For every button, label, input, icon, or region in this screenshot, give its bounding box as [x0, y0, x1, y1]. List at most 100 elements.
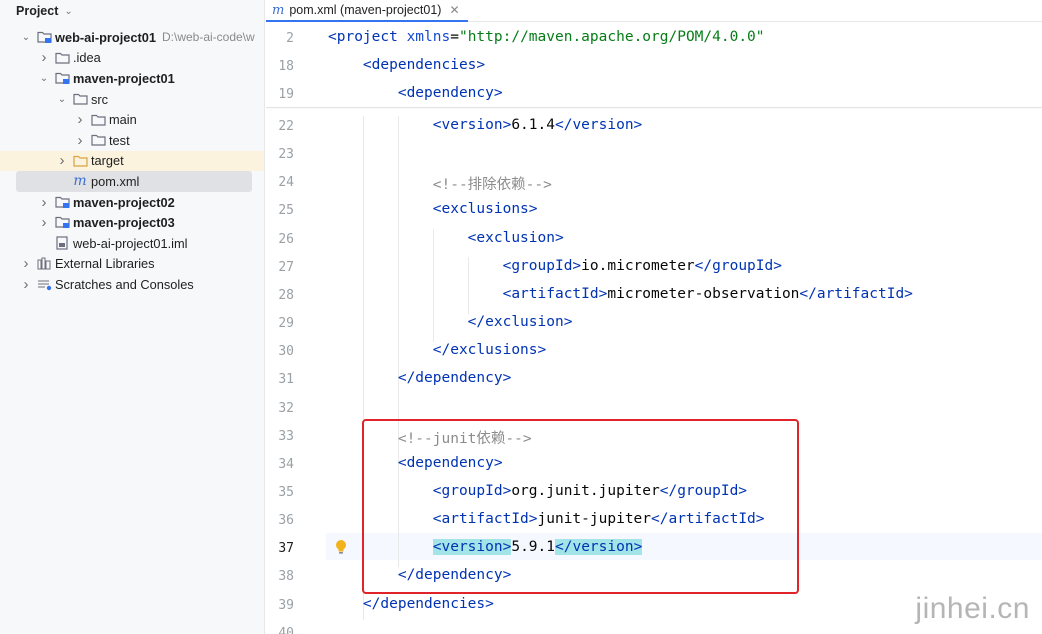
code-token: </version> — [554, 117, 643, 133]
code-token: <!--排除依赖--> — [328, 177, 552, 194]
project-panel-title: Project — [16, 4, 59, 18]
code-line[interactable]: <exclusions> — [328, 201, 538, 217]
tree-item-label: .idea — [73, 50, 101, 66]
tree-item-label: maven-project01 — [73, 70, 175, 86]
code-line[interactable]: </dependencies> — [328, 596, 494, 612]
code-editor[interactable]: 2 18 19 22 23 24 25 26 27 28 29 30 31 32 33 34 35 36 37 38 3… — [266, 22, 1042, 634]
code-token: </artifactId> — [799, 285, 913, 302]
line-number: 40 — [278, 625, 294, 634]
chevron-down-icon[interactable]: ⌄ — [56, 94, 68, 105]
module-folder-icon — [54, 216, 70, 230]
close-tab-icon[interactable]: ✕ — [449, 3, 459, 17]
lightbulb-icon[interactable] — [334, 539, 348, 555]
tree-item[interactable]: › .idea — [0, 48, 264, 69]
line-number: 33 — [278, 428, 294, 444]
line-number: 28 — [278, 287, 294, 303]
chevron-down-icon[interactable]: ⌄ — [38, 73, 50, 84]
tree-item[interactable]: ›web-ai-project01.iml — [0, 233, 264, 254]
code-line[interactable]: <exclusion> — [328, 230, 564, 246]
tree-item-label: maven-project02 — [73, 194, 175, 210]
code-line[interactable]: </dependency> — [328, 370, 512, 386]
tree-item[interactable]: ⌄ maven-project01 — [0, 68, 264, 89]
code-line[interactable]: <!--排除依赖--> — [328, 173, 552, 194]
tree-item[interactable]: › target — [0, 150, 264, 172]
tree-item-label: web-ai-project01.iml — [73, 235, 188, 251]
code-line[interactable]: </exclusion> — [328, 314, 573, 331]
folder-icon — [54, 51, 70, 65]
code-token: <dependencies> — [328, 57, 486, 73]
module-folder-icon — [36, 30, 52, 44]
code-line[interactable]: <project xmlns="http://maven.apache.org/… — [328, 29, 765, 45]
code-line[interactable]: <dependencies> — [328, 57, 485, 73]
tab-label: pom.xml (maven-project01) — [289, 3, 442, 17]
code-token: io.micrometer — [581, 257, 695, 274]
project-tool-window: Project ⌄ ⌄ web-ai-project01 D:\web-ai-cod… — [0, 0, 265, 634]
line-number: 24 — [278, 175, 294, 191]
tree-item[interactable]: › Scratches and Consoles — [0, 274, 264, 295]
tree-item-label: target — [91, 153, 124, 169]
line-number: 22 — [278, 119, 294, 134]
folder-icon — [72, 92, 88, 106]
tree-item-label: web-ai-project01 — [55, 29, 156, 45]
code-token: "http://maven.apache.org/POM/4.0.0" — [458, 29, 765, 45]
code-line[interactable]: <groupId>io.micrometer</groupId> — [328, 258, 782, 274]
line-number: 34 — [278, 456, 294, 472]
code-line[interactable]: <artifactId>micrometer-observation</arti… — [328, 286, 913, 302]
chevron-right-icon[interactable]: › — [38, 214, 50, 231]
code-line[interactable]: </exclusions> — [328, 342, 547, 358]
chevron-right-icon[interactable]: › — [56, 152, 68, 169]
tree-item[interactable]: › maven-project03 — [0, 212, 264, 233]
folder-icon — [90, 113, 106, 127]
tree-item-label: test — [109, 132, 130, 148]
tree-item-label: Scratches and Consoles — [55, 276, 194, 292]
chevron-right-icon[interactable]: › — [20, 276, 32, 293]
scratches-icon — [36, 277, 52, 291]
line-number: 2 — [286, 31, 294, 46]
line-number: 32 — [278, 400, 294, 416]
code-token: </exclusion> — [328, 314, 573, 331]
tree-item[interactable]: ⌄ src — [0, 89, 264, 110]
tree-item[interactable]: ⌄ web-ai-project01 D:\web-ai-code\w — [0, 27, 264, 48]
code-token: </groupId> — [694, 257, 782, 274]
tab-pom-xml[interactable]: m pom.xml (maven-project01) ✕ — [266, 0, 468, 22]
tree-item[interactable]: › main — [0, 109, 264, 130]
chevron-right-icon[interactable]: › — [74, 132, 86, 149]
line-number: 36 — [278, 513, 294, 529]
chevron-down-icon[interactable]: ⌄ — [64, 6, 72, 17]
line-number: 27 — [278, 259, 294, 275]
line-number: 18 — [278, 59, 294, 74]
chevron-right-icon[interactable]: › — [74, 111, 86, 128]
tree-item-label: main — [109, 112, 137, 128]
code-line[interactable]: <dependency> — [328, 85, 503, 101]
line-number: 39 — [278, 597, 294, 613]
code-token: = — [450, 29, 459, 45]
tree-item-label: pom.xml — [91, 173, 140, 189]
line-number-gutter[interactable]: 2 18 19 22 23 24 25 26 27 28 29 30 31 32 33 34 35 36 37 38 3… — [266, 22, 326, 634]
chevron-right-icon[interactable]: › — [20, 255, 32, 272]
tree-item[interactable]: › test — [0, 130, 264, 151]
code-token: <artifactId> — [328, 285, 608, 302]
folder-icon — [90, 133, 106, 147]
code-token: <exclusion> — [328, 229, 564, 246]
tree-item[interactable]: › maven-project02 — [0, 192, 264, 213]
chevron-down-icon[interactable]: ⌄ — [20, 32, 32, 43]
project-view-selector[interactable]: Project ⌄ — [0, 0, 264, 22]
maven-file-icon: m — [272, 2, 285, 18]
code-token: <groupId> — [328, 257, 582, 274]
code-line[interactable]: <version>6.1.4</version> — [328, 117, 643, 133]
editor-tab-bar: m pom.xml (maven-project01) ✕ — [266, 0, 1042, 22]
tree-item-label: maven-project03 — [73, 215, 175, 231]
tree-item[interactable]: ›mpom.xml — [16, 171, 252, 192]
sticky-lines-separator — [266, 107, 1042, 108]
tree-item-label: External Libraries — [55, 256, 155, 272]
chevron-right-icon[interactable]: › — [38, 49, 50, 66]
chevron-right-icon[interactable]: › — [38, 194, 50, 211]
code-token: xmlns — [406, 29, 451, 45]
code-token: 6.1.4 — [511, 117, 555, 133]
line-number: 31 — [278, 372, 294, 388]
project-tree: ⌄ web-ai-project01 D:\web-ai-code\w › .idea ⌄… — [0, 27, 264, 295]
code-token: <project — [328, 29, 407, 45]
tree-item[interactable]: › External Libraries — [0, 254, 264, 275]
line-number: 23 — [278, 147, 294, 163]
module-folder-icon — [54, 195, 70, 209]
